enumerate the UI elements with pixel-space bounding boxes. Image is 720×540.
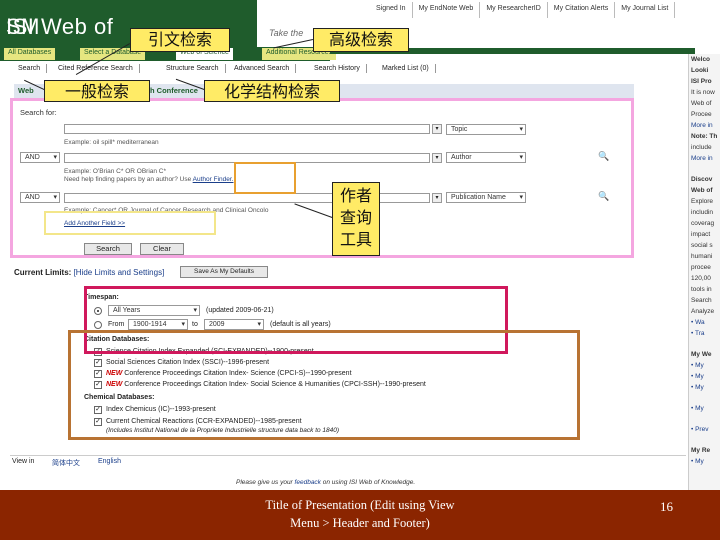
sidebar-line[interactable]: • My bbox=[689, 360, 720, 371]
sidebar-line[interactable]: • Prev bbox=[689, 424, 720, 435]
tab-all-databases[interactable]: All Databases bbox=[4, 48, 56, 60]
current-limits-title: Current Limits: bbox=[14, 268, 72, 277]
sidebar-line: It is now bbox=[691, 89, 715, 96]
sidebar-line[interactable]: • My bbox=[689, 371, 720, 382]
lang-english-link[interactable]: English bbox=[98, 458, 121, 465]
sidebar-line bbox=[689, 339, 720, 349]
sidebar-line: impact bbox=[691, 231, 711, 238]
sidebar-line: humani bbox=[691, 253, 713, 260]
sidebar-line: Search bbox=[691, 297, 712, 304]
sidebar-line[interactable]: • My bbox=[689, 456, 720, 467]
top-links: Signed In My EndNote Web My ResearcherID My… bbox=[370, 2, 720, 18]
tab-search[interactable]: Search bbox=[12, 64, 48, 73]
sidebar-line[interactable]: More in bbox=[689, 153, 720, 164]
top-link-4[interactable]: My Journal List bbox=[615, 2, 676, 18]
sidebar-line: Web of bbox=[691, 100, 712, 107]
author-finder-frame bbox=[234, 162, 296, 194]
search-bar-left: Web bbox=[18, 86, 34, 95]
sidebar-line[interactable]: • My bbox=[689, 382, 720, 393]
sidebar-line: Discov bbox=[691, 176, 713, 183]
top-link-2[interactable]: My ResearcherID bbox=[480, 2, 548, 18]
sidebar-line[interactable]: • Tra bbox=[689, 328, 720, 339]
slide-footer: Title of Presentation (Edit using View M… bbox=[0, 490, 720, 540]
databases-frame bbox=[68, 330, 580, 440]
footer-title-2: Menu > Header and Footer) bbox=[290, 516, 430, 530]
view-in-label: View in bbox=[12, 458, 35, 465]
feedback-post: on using ISI Web of Knowledge. bbox=[322, 479, 416, 486]
feedback-link[interactable]: feedback bbox=[295, 479, 321, 486]
sidebar-line: Explore bbox=[691, 198, 714, 205]
page-number: 16 bbox=[660, 499, 673, 514]
search-tabs: Search Cited Reference Search Structure … bbox=[0, 63, 480, 75]
take-text: Take the bbox=[269, 28, 304, 38]
callout-author-tool: 作者 查询 工具 bbox=[332, 182, 380, 256]
sidebar-line: Welco bbox=[691, 56, 711, 63]
callout-general: 一般检索 bbox=[44, 80, 150, 102]
sidebar-line[interactable]: • Wa bbox=[689, 317, 720, 328]
callout-author-tool-3: 工具 bbox=[339, 230, 372, 249]
top-link-3[interactable]: My Citation Alerts bbox=[548, 2, 616, 18]
callout-structure: 化学结构检索 bbox=[204, 80, 340, 102]
sidebar-line: Web of bbox=[691, 187, 713, 194]
tab-advanced-search[interactable]: Advanced Search bbox=[228, 64, 297, 73]
sidebar-line[interactable]: • My bbox=[689, 403, 720, 414]
sidebar-line: ISI Pro bbox=[691, 78, 712, 85]
tab-search-history[interactable]: Search History bbox=[308, 64, 367, 73]
sidebar-line bbox=[689, 435, 720, 445]
sidebar-line: Looki bbox=[691, 67, 709, 74]
sidebar-line: Procee bbox=[691, 111, 712, 118]
sidebar-line: 120,00 bbox=[691, 275, 711, 282]
top-link-1[interactable]: My EndNote Web bbox=[413, 2, 481, 18]
callout-author-tool-1: 作者 bbox=[339, 186, 372, 205]
add-field-frame bbox=[44, 211, 216, 235]
footer-title-1: Title of Presentation (Edit using View bbox=[265, 498, 455, 512]
sidebar-line: social s bbox=[691, 242, 713, 249]
sidebar-line: Note: Th bbox=[691, 133, 718, 140]
sidebar-line bbox=[689, 414, 720, 424]
sidebar-line: coverag bbox=[691, 220, 715, 227]
sidebar-line: includin bbox=[691, 209, 714, 216]
sidebar-line: include bbox=[691, 144, 712, 151]
language-bar: View in 简体中文 English bbox=[10, 455, 686, 467]
feedback-line: Please give us your feedback on using IS… bbox=[236, 479, 415, 486]
sidebar-line: tools in bbox=[691, 286, 712, 293]
feedback-pre: Please give us your bbox=[236, 479, 293, 486]
sidebar-line: My Re bbox=[691, 447, 711, 454]
callout-author-tool-2: 查询 bbox=[339, 208, 372, 227]
tab-cited-reference-search[interactable]: Cited Reference Search bbox=[52, 64, 140, 73]
save-defaults-button[interactable]: Save As My Defaults bbox=[180, 266, 268, 278]
tab-marked-list[interactable]: Marked List (0) bbox=[376, 64, 436, 73]
search-bar-right: h Conference bbox=[150, 86, 198, 95]
logo-sm: SM bbox=[6, 14, 40, 39]
callout-cited-reference: 引文检索 bbox=[130, 28, 230, 52]
sidebar-line[interactable]: More in bbox=[689, 120, 720, 131]
footer-title: Title of Presentation (Edit using View M… bbox=[200, 496, 520, 532]
sidebar-line: procee bbox=[691, 264, 711, 271]
sidebar-line: Analyze bbox=[691, 308, 715, 315]
sidebar-line bbox=[689, 164, 720, 174]
top-link-0[interactable]: Signed In bbox=[370, 2, 413, 18]
current-limits: Current Limits: [Hide Limits and Setting… bbox=[14, 268, 164, 277]
sidebar-line bbox=[689, 393, 720, 403]
tab-structure-search[interactable]: Structure Search bbox=[160, 64, 226, 73]
hide-limits-link[interactable]: [Hide Limits and Settings] bbox=[74, 268, 165, 277]
sidebar-line: My We bbox=[691, 351, 712, 358]
callout-advanced: 高级检索 bbox=[313, 28, 409, 52]
right-sidebar: Welco Looki ISI Pro It is now Web of Procee Mo… bbox=[688, 54, 720, 540]
lang-chinese-link[interactable]: 简体中文 bbox=[52, 458, 80, 468]
